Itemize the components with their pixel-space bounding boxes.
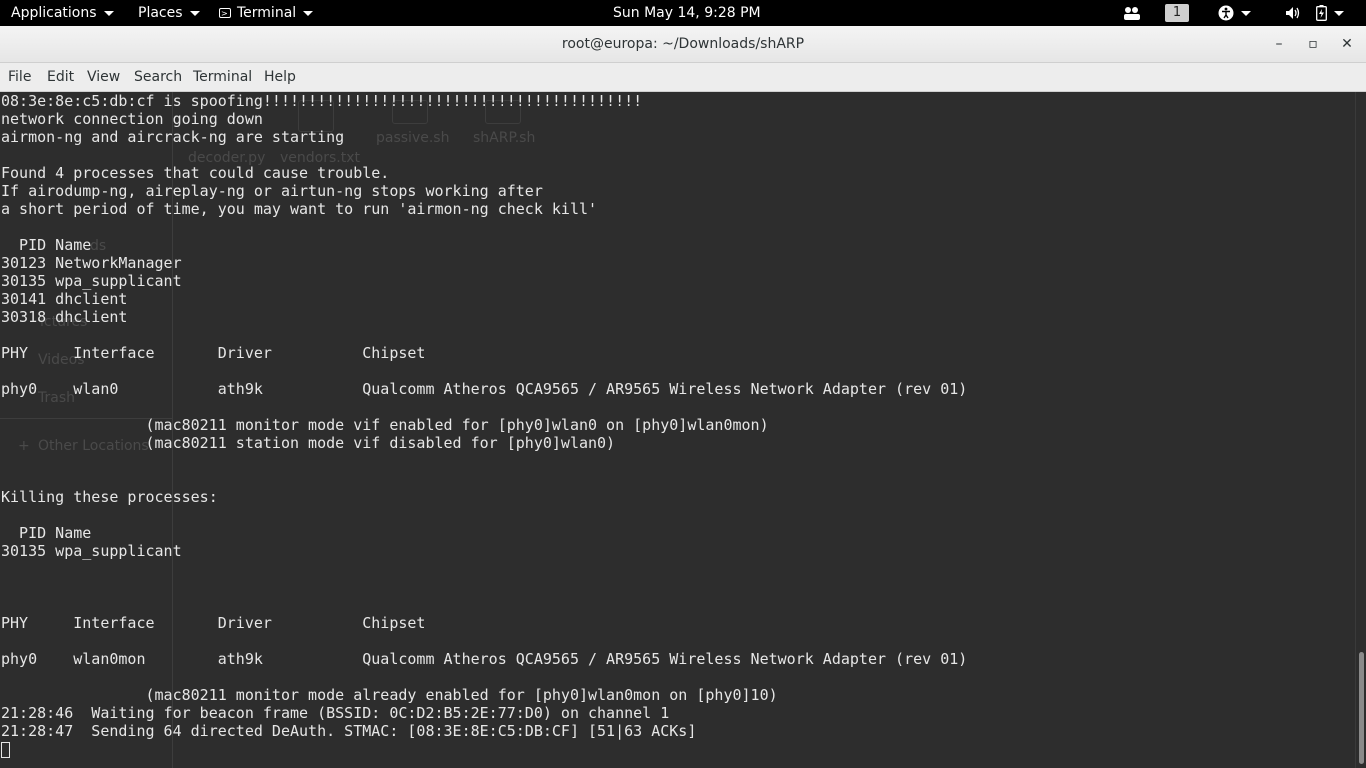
maximize-button[interactable]: ▫ bbox=[1303, 34, 1323, 54]
workspace-number: 1 bbox=[1165, 4, 1189, 22]
chevron-down-icon bbox=[189, 10, 200, 16]
menu-view[interactable]: View bbox=[87, 63, 120, 92]
terminal-icon: > bbox=[219, 8, 231, 18]
workspace-indicator[interactable]: 1 bbox=[1165, 0, 1189, 26]
terminal-line: If airodump-ng, aireplay-ng or airtun-ng… bbox=[1, 182, 543, 200]
terminal-line: 08:3e:8e:c5:db:cf is spoofing!!!!!!!!!!!… bbox=[1, 92, 643, 110]
terminal-line: (mac80211 monitor mode vif enabled for [… bbox=[1, 416, 769, 434]
terminal-line: phy0 wlan0mon ath9k Qualcomm Atheros QCA… bbox=[1, 650, 968, 668]
terminal-line: phy0 wlan0 ath9k Qualcomm Atheros QCA956… bbox=[1, 380, 968, 398]
menubar: File Edit View Search Terminal Help bbox=[0, 63, 1366, 92]
chevron-down-icon bbox=[1241, 10, 1251, 16]
accessibility-icon bbox=[1218, 5, 1234, 21]
chevron-down-icon bbox=[1334, 10, 1344, 16]
window-title: root@europa: ~/Downloads/shARP bbox=[561, 36, 805, 52]
menu-edit[interactable]: Edit bbox=[47, 63, 74, 92]
maximize-icon: ▫ bbox=[1308, 36, 1318, 52]
terminal-app-menu[interactable]: > Terminal bbox=[219, 0, 314, 26]
terminal-app-label: Terminal bbox=[237, 5, 297, 21]
terminal-scrollbar[interactable] bbox=[1355, 92, 1366, 768]
clock-label: Sun May 14, 9:28 PM bbox=[613, 5, 761, 21]
accessibility-menu[interactable] bbox=[1218, 0, 1251, 26]
terminal-output: 08:3e:8e:c5:db:cf is spoofing!!!!!!!!!!!… bbox=[1, 92, 967, 740]
terminal-line: network connection going down bbox=[1, 110, 263, 128]
menu-search[interactable]: Search bbox=[134, 63, 182, 92]
menu-terminal[interactable]: Terminal bbox=[193, 63, 252, 92]
places-menu[interactable]: Places bbox=[138, 0, 200, 26]
close-button[interactable]: ✕ bbox=[1337, 34, 1357, 54]
terminal-line: Killing these processes: bbox=[1, 488, 218, 506]
terminal-line: PID Name bbox=[1, 524, 92, 542]
terminal-line: 30135 wpa_supplicant bbox=[1, 542, 182, 560]
menu-file[interactable]: File bbox=[8, 63, 31, 92]
terminal-line: PID Name bbox=[1, 236, 92, 254]
terminal-line: 30318 dhclient bbox=[1, 308, 128, 326]
terminal-view[interactable]: passive.sh shARP.sh decoder.py vendors.t… bbox=[0, 92, 1355, 768]
terminal-line: 21:28:47 Sending 64 directed DeAuth. STM… bbox=[1, 722, 697, 740]
chevron-down-icon bbox=[303, 10, 314, 16]
menu-help[interactable]: Help bbox=[264, 63, 296, 92]
close-icon: ✕ bbox=[1341, 36, 1353, 52]
places-label: Places bbox=[138, 5, 183, 21]
scrollbar-thumb[interactable] bbox=[1359, 652, 1364, 764]
terminal-line: 30123 NetworkManager bbox=[1, 254, 182, 272]
applications-menu[interactable]: Applications bbox=[11, 0, 114, 26]
terminal-line: Found 4 processes that could cause troub… bbox=[1, 164, 390, 182]
terminal-line: 30141 dhclient bbox=[1, 290, 128, 308]
terminal-line: PHY Interface Driver Chipset bbox=[1, 614, 426, 632]
terminal-cursor bbox=[1, 742, 10, 758]
terminal-line: airmon-ng and aircrack-ng are starting bbox=[1, 128, 345, 146]
terminal-line: PHY Interface Driver Chipset bbox=[1, 344, 426, 362]
minimize-icon: – bbox=[1275, 36, 1283, 52]
chevron-down-icon bbox=[103, 10, 114, 16]
battery-icon[interactable] bbox=[1316, 0, 1344, 26]
window-titlebar[interactable]: root@europa: ~/Downloads/shARP – ▫ ✕ bbox=[0, 26, 1366, 63]
terminal-line: 21:28:46 Waiting for beacon frame (BSSID… bbox=[1, 704, 670, 722]
terminal-line: a short period of time, you may want to … bbox=[1, 200, 598, 218]
terminal-line: 30135 wpa_supplicant bbox=[1, 272, 182, 290]
terminal-line: (mac80211 monitor mode already enabled f… bbox=[1, 686, 778, 704]
minimize-button[interactable]: – bbox=[1269, 34, 1289, 54]
top-panel: Applications Places > Terminal Sun May 1… bbox=[0, 0, 1366, 26]
volume-icon[interactable] bbox=[1285, 0, 1303, 26]
terminal-line: (mac80211 station mode vif disabled for … bbox=[1, 434, 616, 452]
people-icon[interactable] bbox=[1123, 0, 1141, 26]
clock[interactable]: Sun May 14, 9:28 PM bbox=[613, 0, 761, 26]
applications-label: Applications bbox=[11, 5, 97, 21]
